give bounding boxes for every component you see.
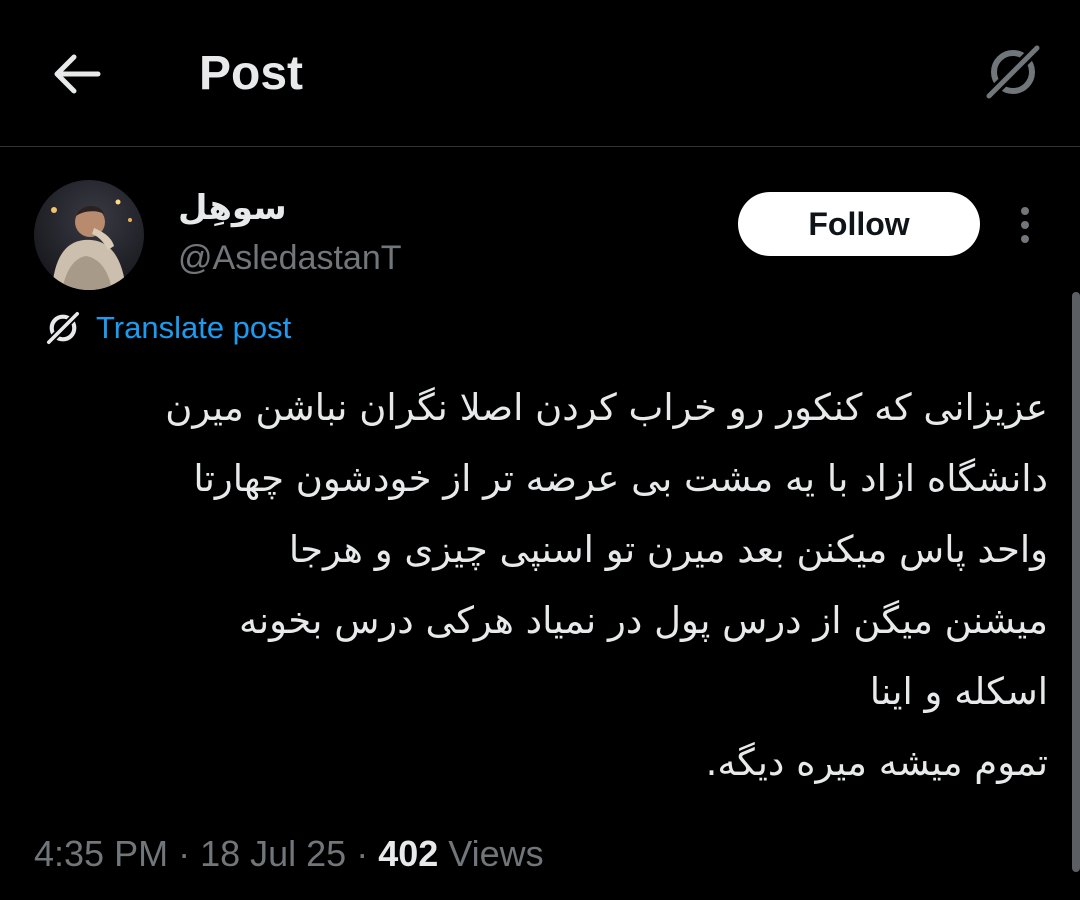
arrow-left-icon bbox=[54, 54, 101, 94]
more-options-button[interactable] bbox=[1005, 200, 1045, 250]
post-page: Post سوهِل @AsledastanT Follow Translate… bbox=[0, 0, 1080, 900]
avatar-photo bbox=[34, 180, 144, 290]
translate-post-link[interactable]: Translate post bbox=[44, 306, 291, 350]
scrollbar[interactable] bbox=[1072, 292, 1080, 872]
follow-button[interactable]: Follow bbox=[738, 192, 980, 256]
avatar[interactable] bbox=[34, 180, 144, 290]
more-vertical-icon bbox=[1021, 207, 1029, 243]
post-text-line: دانشگاه ازاد با یه مشت بی عرضه تر از خود… bbox=[193, 457, 1048, 500]
author-display-name[interactable]: سوهِل bbox=[178, 186, 287, 230]
post-text-line: واحد پاس میکنن بعد میرن تو اسنپی چیزی و … bbox=[288, 528, 1048, 571]
grok-icon bbox=[44, 309, 82, 347]
grok-button[interactable] bbox=[978, 40, 1048, 104]
grok-icon bbox=[981, 40, 1045, 104]
page-title: Post bbox=[199, 47, 304, 100]
post-date[interactable]: 18 Jul 25 bbox=[200, 833, 346, 874]
views-count: 402 bbox=[378, 833, 439, 874]
post-time[interactable]: 4:35 PM bbox=[34, 833, 168, 874]
author-handle[interactable]: @AsledastanT bbox=[178, 234, 402, 282]
post-text: عزیزانی که کنکور رو خراب کردن اصلا نگران… bbox=[30, 372, 1048, 798]
post-text-line: عزیزانی که کنکور رو خراب کردن اصلا نگران… bbox=[165, 386, 1048, 429]
translate-post-label: Translate post bbox=[96, 310, 292, 345]
post-metadata: 4:35 PM · 18 Jul 25 · 402 Views bbox=[34, 826, 544, 882]
views-label: Views bbox=[438, 833, 544, 874]
meta-separator: · bbox=[346, 833, 379, 874]
post-text-line: میشنن میگن از درس پول در نمیاد هرکی درس … bbox=[239, 599, 1048, 642]
top-bar: Post bbox=[0, 0, 1080, 147]
back-button[interactable] bbox=[46, 44, 106, 104]
post-text-line: اسکله و اینا bbox=[869, 670, 1048, 713]
meta-separator: · bbox=[168, 833, 201, 874]
post-text-line: تموم میشه میره دیگه. bbox=[705, 741, 1048, 784]
